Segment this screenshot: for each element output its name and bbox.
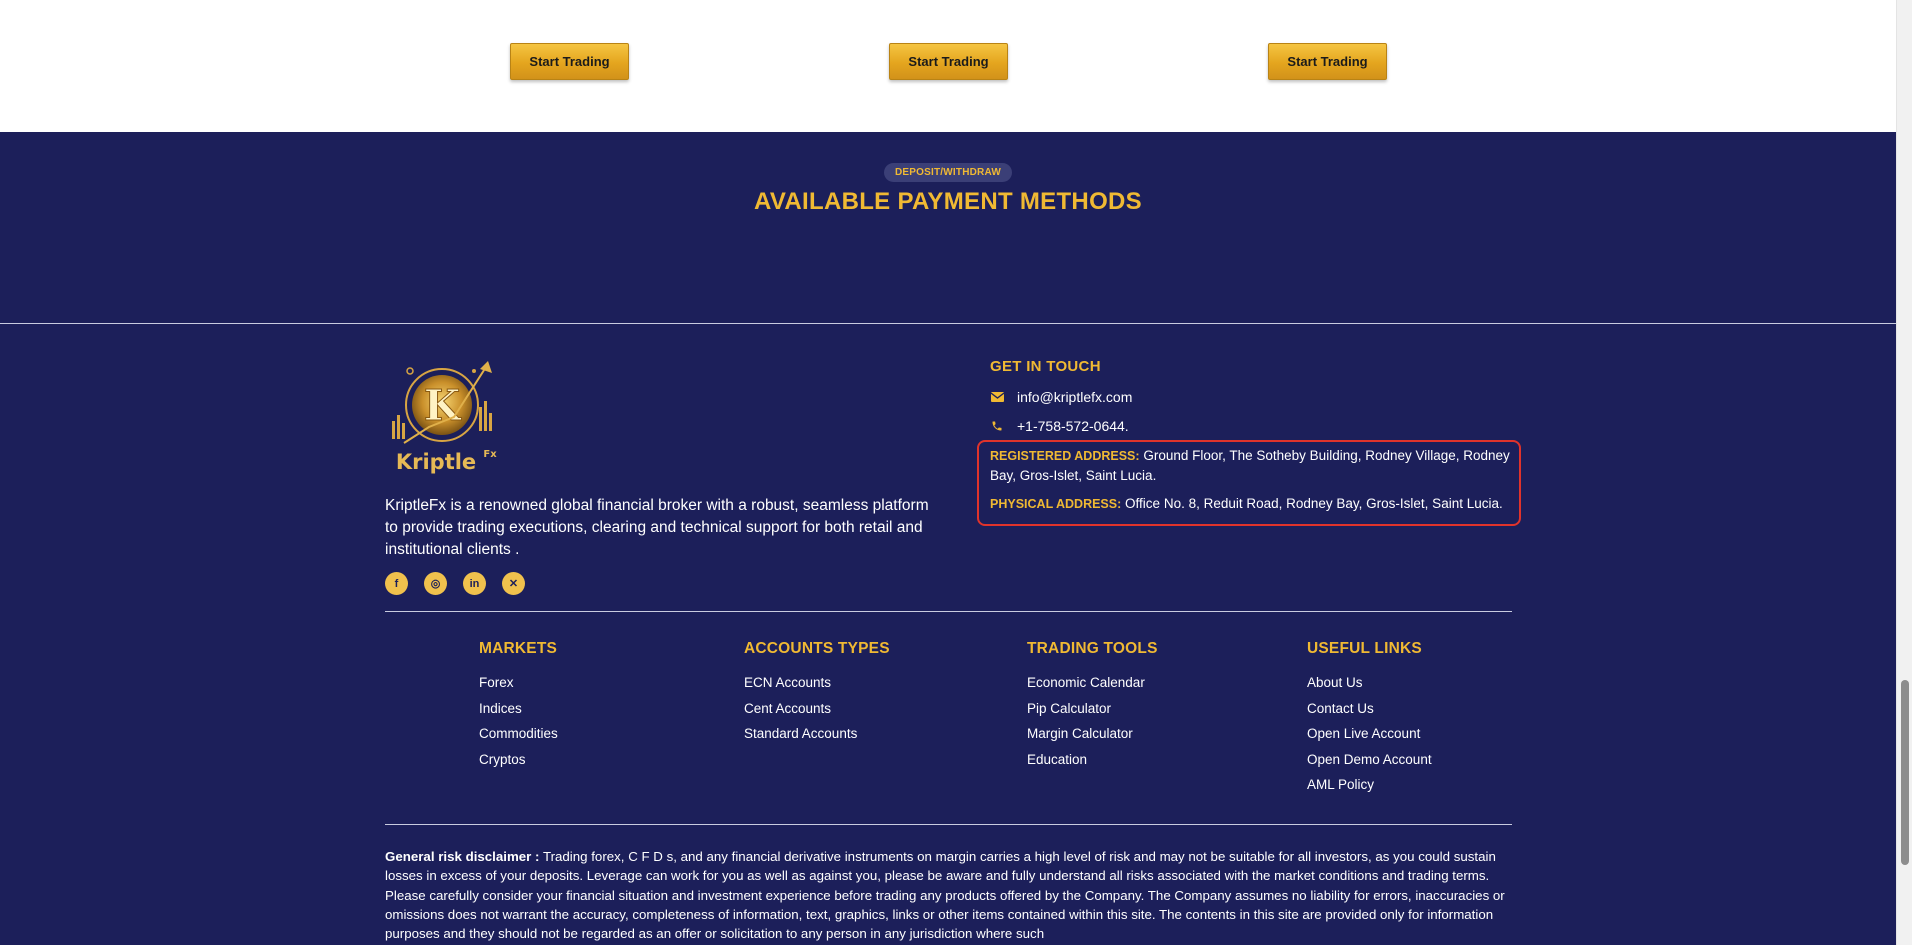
pricing-strip: Start Trading Start Trading Start Tradin… — [0, 0, 1896, 132]
company-description: KriptleFx is a renowned global financial… — [385, 497, 929, 558]
start-trading-button-2[interactable]: Start Trading — [889, 43, 1008, 80]
linkedin-icon[interactable]: in — [463, 572, 486, 595]
link-economic-calendar[interactable]: Economic Calendar — [1027, 670, 1158, 696]
scrollbar-thumb[interactable] — [1901, 680, 1909, 865]
footer-divider-2 — [385, 824, 1512, 825]
envelope-icon — [990, 390, 1004, 404]
svg-text:K: K — [424, 381, 462, 430]
trading-tools-title: TRADING TOOLS — [1027, 640, 1158, 657]
email-link[interactable]: info@kriptlefx.com — [1017, 389, 1132, 405]
markets-title: MARKETS — [479, 640, 558, 657]
useful-links-title: USEFUL LINKS — [1307, 640, 1422, 657]
phone-link[interactable]: +1-758-572-0644. — [1017, 418, 1129, 434]
svg-text:Kriptle: Kriptle — [396, 450, 476, 474]
physical-address: PHYSICAL ADDRESS: Office No. 8, Reduit R… — [990, 494, 1514, 514]
svg-text:Fx: Fx — [483, 449, 497, 460]
deposit-withdraw-pill: DEPOSIT/WITHDRAW — [884, 163, 1012, 182]
link-indices[interactable]: Indices — [479, 696, 558, 722]
social-links: f ◎ in ✕ — [385, 572, 525, 595]
useful-links-column: USEFUL LINKS About Us Contact Us Open Li… — [1307, 640, 1432, 798]
start-trading-button-3[interactable]: Start Trading — [1268, 43, 1387, 80]
instagram-icon[interactable]: ◎ — [424, 572, 447, 595]
page-scrollbar[interactable] — [1896, 0, 1912, 945]
link-forex[interactable]: Forex — [479, 670, 558, 696]
link-cryptos[interactable]: Cryptos — [479, 747, 558, 773]
kriptlefx-logo: K Kriptle Fx — [392, 361, 497, 474]
start-trading-button-1[interactable]: Start Trading — [510, 43, 629, 80]
x-icon[interactable]: ✕ — [502, 572, 525, 595]
registered-address: REGISTERED ADDRESS: Ground Floor, The So… — [990, 446, 1514, 485]
payment-methods-title: AVAILABLE PAYMENT METHODS — [754, 188, 1142, 215]
phone-row[interactable]: +1-758-572-0644. — [990, 418, 1129, 434]
physical-address-label: PHYSICAL ADDRESS: — [990, 497, 1122, 511]
phone-icon — [990, 419, 1004, 433]
link-pip-calculator[interactable]: Pip Calculator — [1027, 696, 1158, 722]
footer-divider-1 — [385, 611, 1512, 612]
trading-tools-column: TRADING TOOLS Economic Calendar Pip Calc… — [1027, 640, 1158, 772]
risk-disclaimer: General risk disclaimer : Trading forex,… — [385, 847, 1513, 943]
link-ecn-accounts[interactable]: ECN Accounts — [744, 670, 890, 696]
link-open-live-account[interactable]: Open Live Account — [1307, 721, 1432, 747]
link-education[interactable]: Education — [1027, 747, 1158, 773]
registered-address-label: REGISTERED ADDRESS: — [990, 449, 1140, 463]
risk-disclaimer-text: Trading forex, C F D s, and any financia… — [385, 849, 1505, 942]
link-aml-policy[interactable]: AML Policy — [1307, 772, 1432, 798]
link-about-us[interactable]: About Us — [1307, 670, 1432, 696]
link-open-demo-account[interactable]: Open Demo Account — [1307, 747, 1432, 773]
link-cent-accounts[interactable]: Cent Accounts — [744, 696, 890, 722]
link-contact-us[interactable]: Contact Us — [1307, 696, 1432, 722]
accounts-types-column: ACCOUNTS TYPES ECN Accounts Cent Account… — [744, 640, 890, 747]
link-standard-accounts[interactable]: Standard Accounts — [744, 721, 890, 747]
link-commodities[interactable]: Commodities — [479, 721, 558, 747]
physical-address-value: Office No. 8, Reduit Road, Rodney Bay, G… — [1125, 496, 1503, 511]
accounts-types-title: ACCOUNTS TYPES — [744, 640, 890, 657]
risk-disclaimer-label: General risk disclaimer : — [385, 849, 540, 864]
facebook-icon[interactable]: f — [385, 572, 408, 595]
get-in-touch-title: GET IN TOUCH — [990, 358, 1101, 375]
markets-column: MARKETS Forex Indices Commodities Crypto… — [479, 640, 558, 772]
section-divider — [0, 323, 1896, 324]
link-margin-calculator[interactable]: Margin Calculator — [1027, 721, 1158, 747]
email-row[interactable]: info@kriptlefx.com — [990, 389, 1132, 405]
payment-methods-section: DEPOSIT/WITHDRAW AVAILABLE PAYMENT METHO… — [0, 132, 1896, 323]
